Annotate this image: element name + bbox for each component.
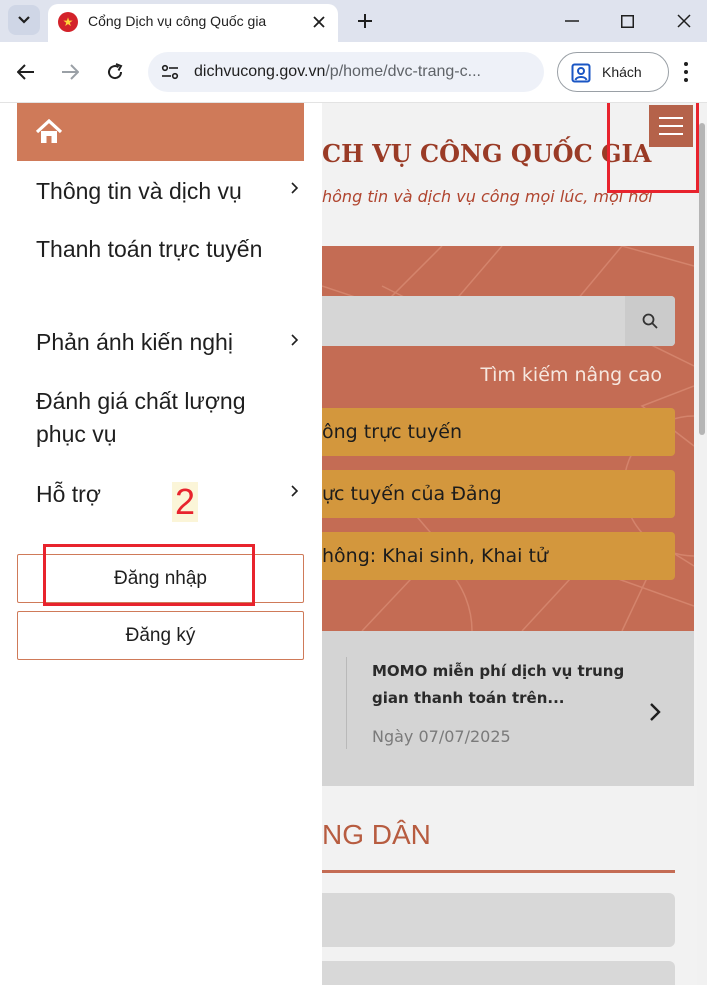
profile-button[interactable]: Khách <box>557 52 669 92</box>
menu-item-info-services[interactable]: Thông tin và dịch vụ <box>36 175 276 208</box>
chevron-right-icon[interactable] <box>290 484 300 498</box>
url-text: dichvucong.gov.vn/p/home/dvc-trang-c... <box>194 63 481 81</box>
url-domain: dichvucong.gov.vn <box>194 63 326 80</box>
national-emblem-icon: ★ <box>58 12 78 32</box>
site-info-icon <box>161 64 179 80</box>
hero-banner: Tìm kiếm nâng cao ông trực tuyến ực tuyế… <box>322 246 694 631</box>
chevron-right-icon[interactable] <box>290 333 300 347</box>
close-icon <box>313 16 325 28</box>
annotation-highlight-login <box>43 544 255 606</box>
plus-icon <box>358 14 372 28</box>
browser-menu-button[interactable] <box>676 60 696 84</box>
guide-item[interactable] <box>322 961 675 985</box>
dot-icon <box>684 62 688 66</box>
section-underline <box>322 870 675 873</box>
search-icon <box>642 313 658 329</box>
menu-item-service-rating[interactable]: Đánh giá chất lượng phục vụ <box>36 385 276 451</box>
reload-icon <box>108 63 123 80</box>
tab-search-button[interactable] <box>8 5 40 35</box>
tab-close-button[interactable] <box>308 11 330 33</box>
menu-item-feedback[interactable]: Phản ánh kiến nghị <box>36 326 276 359</box>
search-input[interactable] <box>322 296 675 346</box>
arrow-right-icon <box>62 64 79 80</box>
chevron-right-icon[interactable] <box>646 701 664 723</box>
browser-tab[interactable]: ★ Cổng Dịch vụ công Quốc gia <box>48 4 338 42</box>
browser-toolbar: dichvucong.gov.vn/p/home/dvc-trang-c... … <box>0 42 707 103</box>
minimize-icon <box>565 20 579 22</box>
annotation-step-2: 2 <box>172 482 199 522</box>
site-subtitle: hông tin và dịch vụ công mọi lúc, mọi nơ… <box>322 187 653 206</box>
search-button[interactable] <box>625 296 675 346</box>
chevron-down-icon <box>18 16 30 24</box>
profile-icon <box>571 63 591 83</box>
menu-item-support[interactable]: Hỗ trợ <box>36 478 276 511</box>
home-link[interactable] <box>17 103 304 161</box>
chevron-right-icon[interactable] <box>290 181 300 195</box>
dot-icon <box>684 70 688 74</box>
arrow-left-icon <box>17 64 34 80</box>
maximize-button[interactable] <box>612 8 642 34</box>
annotation-highlight-menu <box>607 103 699 193</box>
window-close-button[interactable] <box>669 8 699 34</box>
back-button[interactable] <box>13 59 39 85</box>
forward-button[interactable] <box>57 59 83 85</box>
url-path: /p/home/dvc-trang-c... <box>325 63 481 80</box>
menu-item-online-payment[interactable]: Thanh toán trực tuyến <box>36 233 276 266</box>
news-carousel: MOMO miễn phí dịch vụ trung gian thanh t… <box>322 631 694 786</box>
scrollbar-thumb[interactable] <box>699 123 705 435</box>
news-date: Ngày 07/07/2025 <box>372 727 511 746</box>
tab-title: Cổng Dịch vụ công Quốc gia <box>88 13 267 29</box>
button-label: hông: Khai sinh, Khai tử <box>322 545 548 567</box>
online-public-service-button[interactable]: ông trực tuyến <box>322 408 675 456</box>
browser-tabstrip: ★ Cổng Dịch vụ công Quốc gia <box>0 0 707 42</box>
button-label: ông trực tuyến <box>322 421 463 443</box>
guide-item[interactable] <box>322 893 675 947</box>
site-title: CH VỤ CÔNG QUỐC GIA <box>322 139 652 168</box>
page-content: CH VỤ CÔNG QUỐC GIA hông tin và dịch vụ … <box>0 103 707 985</box>
profile-label: Khách <box>602 64 642 80</box>
button-label: ực tuyến của Đảng <box>322 483 502 505</box>
address-bar[interactable]: dichvucong.gov.vn/p/home/dvc-trang-c... <box>148 52 544 92</box>
page-scrollbar[interactable] <box>697 123 707 985</box>
maximize-icon <box>620 14 634 28</box>
reload-button[interactable] <box>102 59 128 85</box>
home-icon <box>35 119 63 143</box>
news-title[interactable]: MOMO miễn phí dịch vụ trung gian thanh t… <box>372 658 627 712</box>
dot-icon <box>684 78 688 82</box>
minimize-button[interactable] <box>557 8 587 34</box>
party-online-service-button[interactable]: ực tuyến của Đảng <box>322 470 675 518</box>
divider <box>346 657 347 749</box>
new-tab-button[interactable] <box>352 8 378 34</box>
guide-section-title: NG DÂN <box>322 819 431 850</box>
close-icon <box>677 14 691 28</box>
advanced-search-link[interactable]: Tìm kiếm nâng cao <box>481 364 663 386</box>
register-button[interactable]: Đăng ký <box>17 611 304 660</box>
register-label: Đăng ký <box>125 624 196 646</box>
birth-death-service-button[interactable]: hông: Khai sinh, Khai tử <box>322 532 675 580</box>
